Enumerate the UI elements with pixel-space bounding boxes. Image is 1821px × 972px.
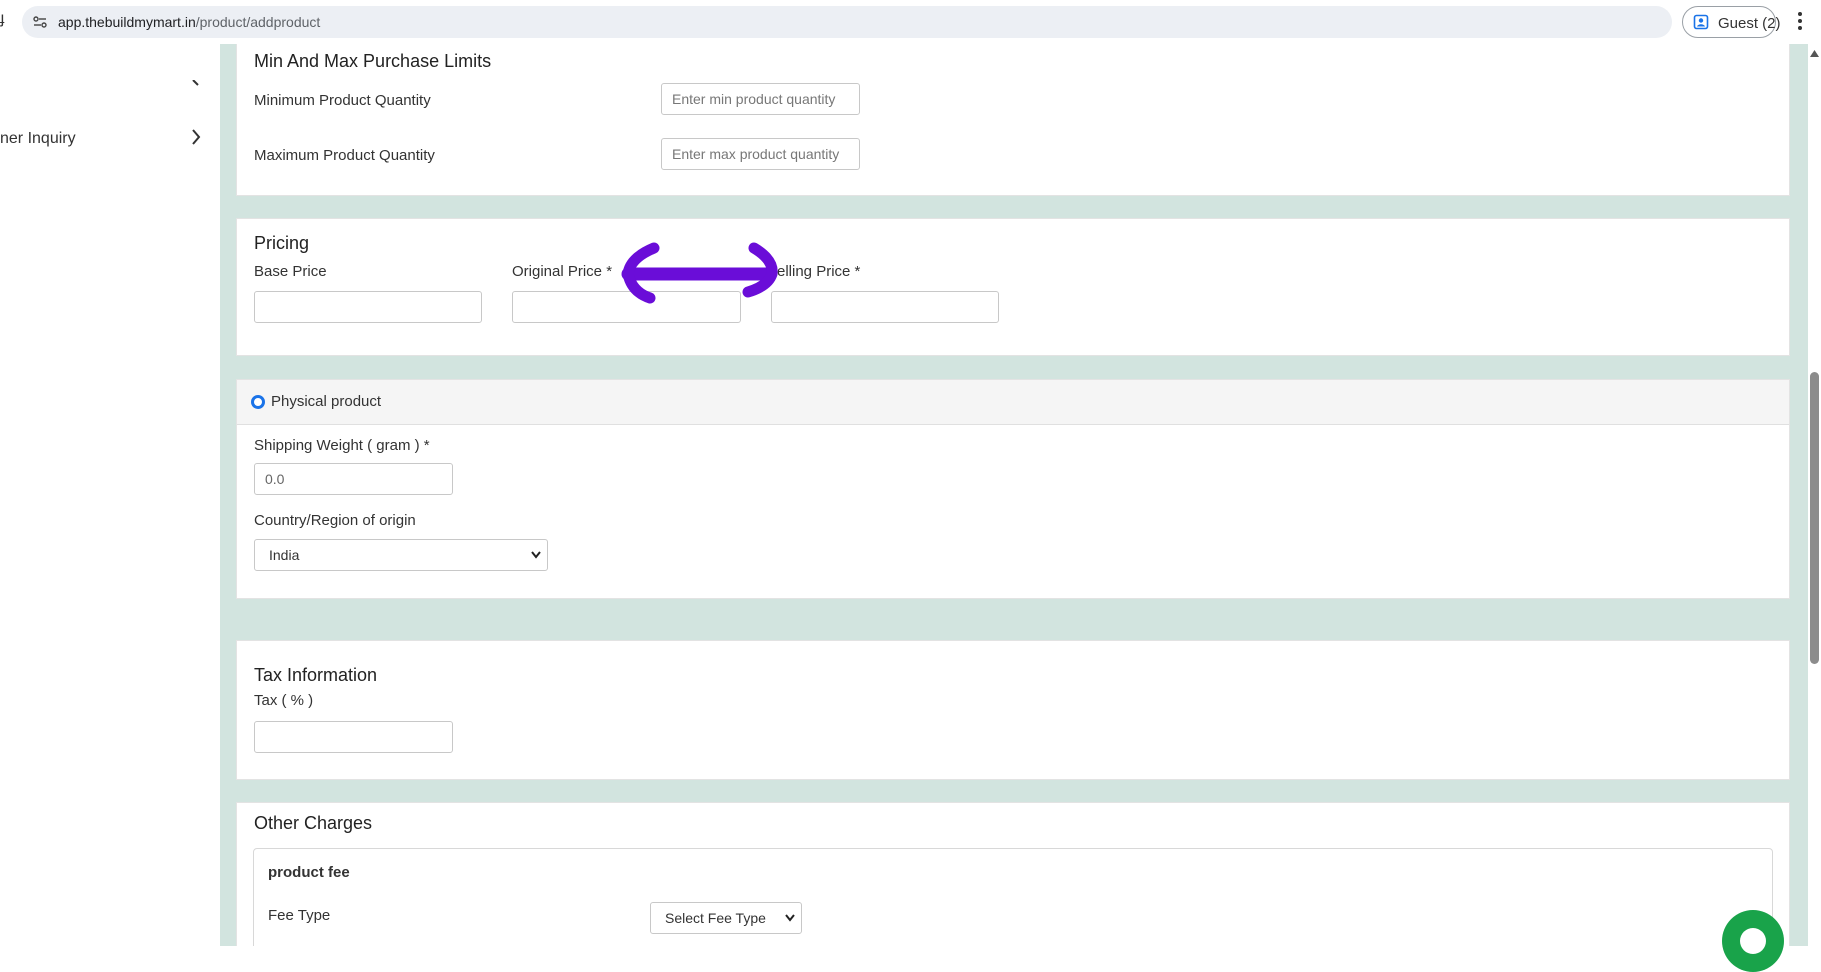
physical-product-label: Physical product (271, 393, 382, 410)
min-quantity-label: Minimum Product Quantity (254, 92, 431, 109)
country-label: Country/Region of origin (254, 512, 416, 529)
fee-type-label: Fee Type (268, 907, 331, 924)
shipping-weight-label: Shipping Weight ( gram ) * (254, 437, 430, 454)
site-settings-icon[interactable] (32, 14, 48, 30)
scrollbar-thumb[interactable] (1810, 372, 1819, 664)
more-menu-icon[interactable] (1792, 10, 1808, 32)
pricing-card: Pricing Base Price Original Price * elli… (236, 218, 1790, 356)
country-select[interactable]: India (254, 539, 548, 571)
fee-type-select-value: Select Fee Type (665, 910, 766, 926)
page-scrollbar[interactable] (1808, 44, 1821, 946)
profile-button[interactable]: Guest (2) (1682, 6, 1781, 38)
main-content: Min And Max Purchase Limits Minimum Prod… (220, 44, 1808, 946)
section-title: Min And Max Purchase Limits (254, 51, 492, 71)
shipping-weight-input[interactable]: 0.0 (254, 463, 453, 495)
reload-icon[interactable]: ɟ (0, 10, 4, 28)
chevron-right-icon[interactable] (190, 80, 202, 90)
sidebar-item-inquiry[interactable]: ner Inquiry (0, 130, 76, 148)
physical-product-radio[interactable] (251, 395, 265, 409)
purchase-limits-card: Min And Max Purchase Limits Minimum Prod… (236, 44, 1790, 196)
physical-product-option[interactable]: Physical product (237, 380, 1789, 425)
tax-input[interactable] (254, 721, 453, 753)
fee-type-select[interactable]: Select Fee Type (650, 902, 802, 934)
base-price-input[interactable] (254, 291, 482, 323)
selling-price-input[interactable] (771, 291, 999, 323)
sidebar: ner Inquiry (0, 44, 220, 946)
selling-price-label: elling Price * (777, 263, 861, 280)
tax-card: Tax Information Tax ( % ) (236, 640, 1790, 780)
chevron-down-icon (531, 551, 541, 559)
min-quantity-input[interactable]: Enter min product quantity (661, 83, 860, 115)
product-fee-box: product fee Fee Type Select Fee Type (253, 848, 1773, 946)
section-title: Tax Information (254, 665, 378, 685)
chat-widget-button[interactable] (1722, 910, 1784, 972)
section-title: Pricing (254, 233, 310, 253)
double-arrow-annotation-icon (621, 242, 778, 304)
min-quantity-placeholder: Enter min product quantity (672, 91, 836, 107)
tax-label: Tax ( % ) (254, 692, 314, 709)
max-quantity-label: Maximum Product Quantity (254, 147, 435, 164)
physical-product-card: Physical product Shipping Weight ( gram … (236, 379, 1790, 599)
max-quantity-input[interactable]: Enter max product quantity (661, 138, 860, 170)
url-text: app.thebuildmymart.in/product/addproduct (58, 14, 320, 30)
browser-toolbar: ɟ app.thebuildmymart.in/product/addprodu… (0, 0, 1821, 44)
chat-icon (1740, 928, 1766, 954)
chevron-right-icon[interactable] (190, 128, 202, 146)
original-price-label: Original Price * (512, 263, 613, 280)
product-fee-title: product fee (268, 864, 350, 881)
country-select-value: India (269, 547, 300, 563)
address-bar[interactable]: app.thebuildmymart.in/product/addproduct (22, 6, 1672, 38)
chevron-down-icon (785, 914, 795, 922)
other-charges-card: Other Charges product fee Fee Type Selec… (236, 802, 1790, 946)
profile-label: Guest (2) (1718, 15, 1781, 32)
scroll-up-arrow-icon[interactable] (1810, 50, 1819, 57)
url-path: /product/addproduct (195, 14, 321, 30)
base-price-label: Base Price (254, 263, 327, 280)
section-title: Other Charges (254, 813, 373, 833)
url-host: app.thebuildmymart.in (58, 14, 196, 30)
profile-icon (1693, 14, 1709, 30)
max-quantity-placeholder: Enter max product quantity (672, 146, 840, 162)
